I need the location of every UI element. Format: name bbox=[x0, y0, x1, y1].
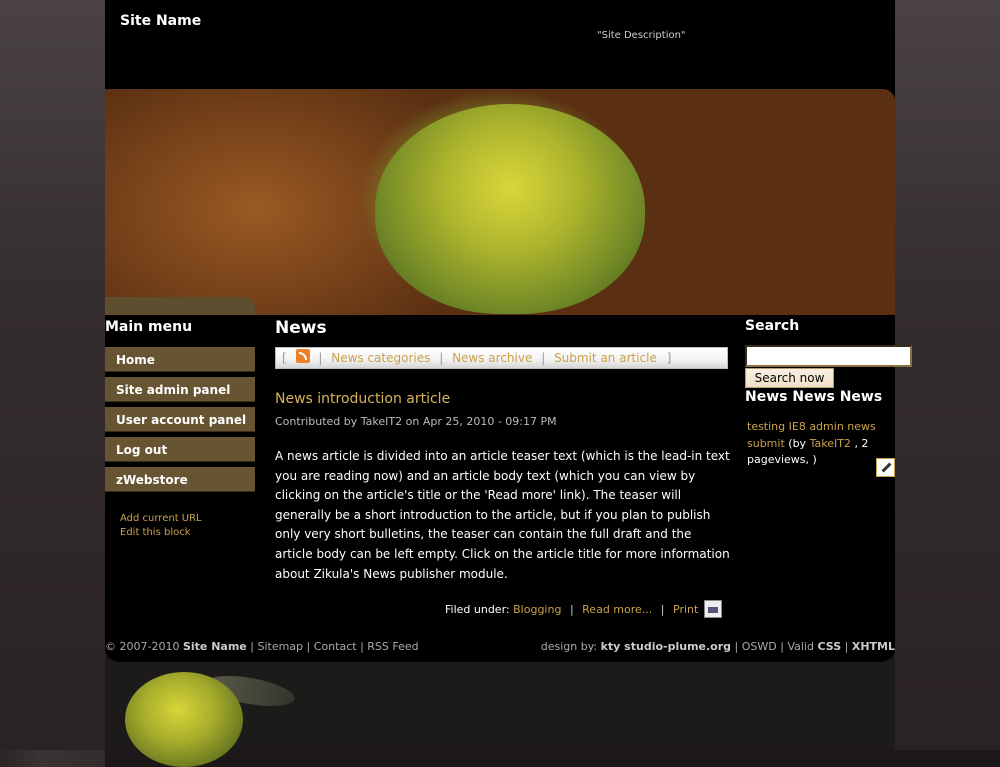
css-link[interactable]: CSS bbox=[817, 640, 841, 653]
article-footer: Filed under: Blogging | Read more... | P… bbox=[445, 600, 722, 618]
nav-separator: | bbox=[541, 351, 546, 365]
article-meta: Contributed by TakeIT2 on Apr 25, 2010 -… bbox=[275, 415, 557, 428]
footer-left: © 2007-2010 Site Name | Sitemap | Contac… bbox=[105, 640, 419, 653]
valid-label: Valid bbox=[787, 640, 814, 653]
banner-apple bbox=[375, 104, 645, 314]
article-body: A news article is divided into an articl… bbox=[275, 449, 730, 581]
sitemap-link[interactable]: Sitemap bbox=[257, 640, 303, 653]
header-banner-image bbox=[105, 89, 895, 315]
footer-site-name-link[interactable]: Site Name bbox=[183, 640, 247, 653]
site-name[interactable]: Site Name bbox=[120, 13, 201, 29]
search-now-button[interactable]: Search now bbox=[745, 368, 834, 388]
news-archive-link[interactable]: News archive bbox=[452, 351, 532, 365]
news-news-news-title: News News News bbox=[745, 389, 883, 405]
news-categories-link[interactable]: News categories bbox=[331, 351, 430, 365]
footer-separator: | bbox=[360, 640, 364, 653]
nav-separator: | bbox=[439, 351, 444, 365]
menu-item-home[interactable]: Home bbox=[105, 347, 255, 372]
edit-block-link[interactable]: Edit this block bbox=[120, 527, 191, 538]
nav-open-bracket: [ bbox=[282, 351, 287, 365]
news-heading: News bbox=[275, 318, 327, 338]
footer-separator: | bbox=[306, 640, 311, 653]
designer-link[interactable]: kty studio-plume.org bbox=[601, 640, 731, 653]
footer-separator: | bbox=[780, 640, 784, 653]
bottom-apple-image bbox=[125, 672, 243, 767]
filed-separator: | bbox=[660, 603, 665, 616]
article-title-link[interactable]: News introduction article bbox=[275, 391, 450, 407]
search-title: Search bbox=[745, 318, 800, 334]
design-by-label: design by: bbox=[540, 640, 598, 653]
left-background bbox=[0, 0, 105, 750]
copyright: © 2007-2010 bbox=[105, 640, 180, 653]
category-link[interactable]: Blogging bbox=[513, 603, 561, 616]
edit-icon[interactable] bbox=[876, 458, 895, 477]
footer-right: design by: kty studio-plume.org | OSWD |… bbox=[541, 640, 895, 653]
read-more-link[interactable]: Read more... bbox=[582, 603, 652, 616]
footer-separator: | bbox=[734, 640, 739, 653]
filed-under-label: Filed under: bbox=[445, 603, 510, 616]
oswd-link[interactable]: OSWD bbox=[742, 640, 777, 653]
nav-separator: | bbox=[318, 351, 323, 365]
search-input[interactable] bbox=[745, 345, 912, 367]
right-background bbox=[895, 0, 1000, 750]
menu-item-zwebstore[interactable]: zWebstore bbox=[105, 467, 255, 492]
footer-separator: | bbox=[844, 640, 849, 653]
main-menu-title: Main menu bbox=[105, 319, 193, 335]
submit-article-link[interactable]: Submit an article bbox=[554, 351, 657, 365]
menu-item-log-out[interactable]: Log out bbox=[105, 437, 255, 462]
news-entry-author-link[interactable]: TakeIT2 bbox=[810, 437, 851, 450]
footer-separator: | bbox=[250, 640, 254, 653]
xhtml-link[interactable]: XHTML bbox=[852, 640, 895, 653]
rss-feed-link[interactable]: RSS Feed bbox=[367, 640, 418, 653]
rss-icon[interactable] bbox=[295, 349, 310, 363]
contact-link[interactable]: Contact bbox=[314, 640, 357, 653]
filed-separator: | bbox=[569, 603, 574, 616]
menu-item-site-admin-panel[interactable]: Site admin panel bbox=[105, 377, 255, 402]
print-link[interactable]: Print bbox=[673, 603, 698, 616]
news-entry-by: (by bbox=[788, 436, 807, 450]
page-container: Site Name "Site Description" Main menu H… bbox=[105, 0, 912, 662]
news-entry: testing IE8 admin news submit (by TakeIT… bbox=[747, 419, 892, 469]
add-current-url-link[interactable]: Add current URL bbox=[120, 513, 202, 524]
nav-close-bracket: ] bbox=[666, 351, 672, 365]
banner-tab-decoration bbox=[105, 297, 255, 315]
menu-item-user-account-panel[interactable]: User account panel bbox=[105, 407, 255, 432]
site-description: "Site Description" bbox=[597, 30, 686, 41]
news-nav-bar: [ | News categories | News archive | Sub… bbox=[275, 347, 728, 369]
print-icon[interactable] bbox=[703, 600, 722, 618]
